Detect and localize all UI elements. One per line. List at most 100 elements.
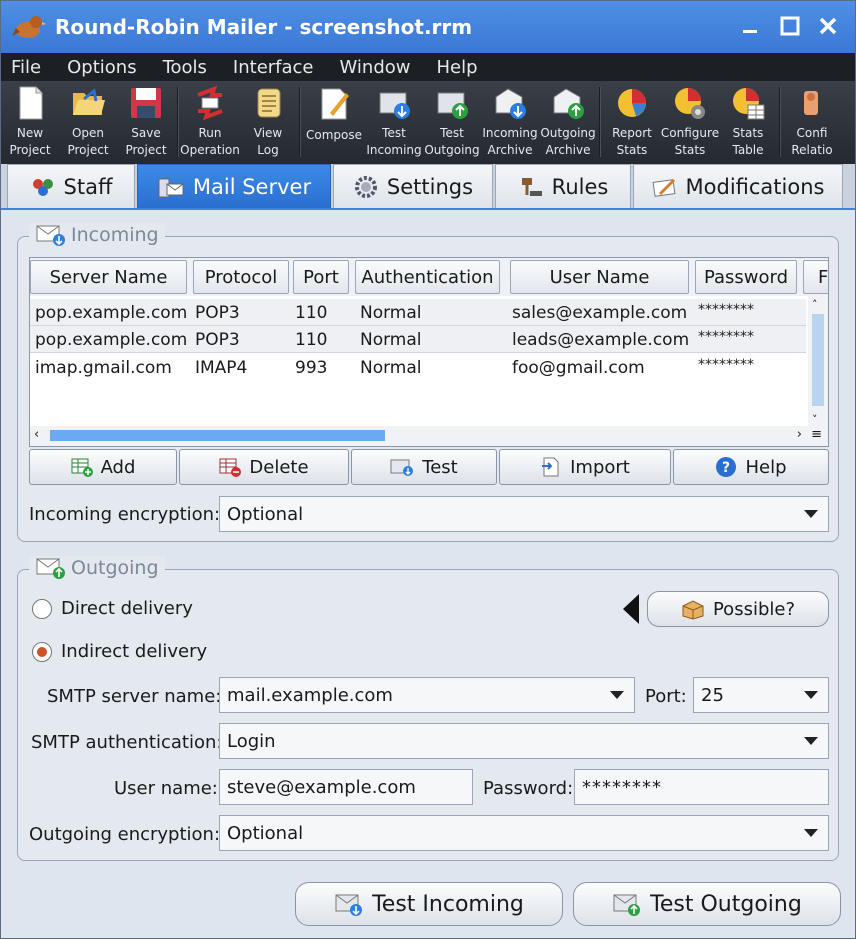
- toolbar-label: Relatio: [791, 143, 833, 157]
- indirect-delivery-radio[interactable]: [32, 642, 52, 662]
- toolbar-separator: [177, 87, 179, 157]
- toolbar-label: Test: [382, 126, 406, 140]
- compose-button[interactable]: Compose: [303, 81, 365, 164]
- chevron-down-icon: [804, 510, 818, 518]
- delete-label: Delete: [249, 456, 309, 478]
- configure-relations-button[interactable]: Confi Relatio: [783, 81, 841, 164]
- scroll-up-icon[interactable]: ˄: [812, 298, 818, 311]
- report-stats-button[interactable]: Report Stats: [603, 81, 661, 164]
- delete-icon: [219, 457, 242, 477]
- smtp-server-select[interactable]: mail.example.com: [219, 677, 635, 713]
- toolbar-label: Archive: [545, 143, 591, 157]
- menu-file[interactable]: File: [7, 57, 45, 78]
- scroll-left-icon[interactable]: ‹: [34, 427, 39, 442]
- test-button[interactable]: Test: [351, 449, 497, 485]
- outgoing-encryption-value: Optional: [227, 822, 304, 844]
- incoming-title-text: Incoming: [71, 224, 159, 246]
- help-button[interactable]: ? Help: [673, 449, 829, 485]
- password-input[interactable]: ********: [574, 769, 829, 805]
- scroll-right-icon[interactable]: ›: [797, 427, 802, 442]
- menu-options[interactable]: Options: [63, 57, 140, 78]
- cell-password: ********: [698, 357, 754, 373]
- toolbar-label: Project: [67, 143, 109, 157]
- col-password[interactable]: Password: [695, 260, 797, 294]
- outgoing-archive-button[interactable]: Outgoing Archive: [539, 81, 597, 164]
- open-project-button[interactable]: Open Project: [59, 81, 117, 164]
- test-outgoing-button[interactable]: Test Outgoing: [573, 882, 841, 926]
- help-label: Help: [745, 456, 787, 478]
- delete-button[interactable]: Delete: [179, 449, 349, 485]
- scroll-thumb[interactable]: [50, 430, 385, 441]
- run-operation-button[interactable]: Run Operation: [180, 81, 240, 164]
- port-value: 25: [701, 684, 724, 706]
- toolbar: New Project Open Project Save Project Ru…: [1, 81, 855, 164]
- menu-tools[interactable]: Tools: [159, 57, 211, 78]
- horizontal-scrollbar[interactable]: ‹ › ≡: [30, 426, 828, 446]
- tab-mail-server[interactable]: Mail Server: [137, 164, 331, 208]
- tab-settings[interactable]: Settings: [333, 164, 493, 208]
- modifications-icon: [652, 176, 678, 198]
- user-name-input[interactable]: steve@example.com: [219, 769, 473, 805]
- menu-interface[interactable]: Interface: [229, 57, 318, 78]
- menu-window[interactable]: Window: [336, 57, 415, 78]
- incoming-archive-button[interactable]: Incoming Archive: [481, 81, 539, 164]
- table-row[interactable]: pop.example.com POP3 110 Normal sales@ex…: [30, 299, 806, 326]
- smtp-auth-value: Login: [227, 730, 276, 752]
- cell-protocol: IMAP4: [195, 358, 248, 378]
- tab-label: Modifications: [685, 174, 825, 199]
- scroll-down-icon[interactable]: ˅: [812, 413, 818, 426]
- direct-delivery-radio[interactable]: [32, 599, 52, 619]
- incoming-encryption-select[interactable]: Optional: [219, 496, 829, 532]
- package-icon: [681, 598, 705, 620]
- port-select[interactable]: 25: [693, 677, 829, 713]
- test-outgoing-icon: [612, 891, 642, 917]
- toolbar-label: Log: [257, 143, 279, 157]
- minimize-button[interactable]: [735, 11, 765, 41]
- menu-help[interactable]: Help: [433, 57, 482, 78]
- column-chooser-icon[interactable]: ≡: [811, 427, 822, 442]
- password-label: Password:: [483, 778, 574, 799]
- direct-delivery-label[interactable]: Direct delivery: [61, 598, 193, 619]
- toolbar-label: Stats: [616, 143, 648, 157]
- close-button[interactable]: [813, 11, 843, 41]
- scroll-thumb[interactable]: [812, 314, 824, 406]
- outgoing-encryption-label: Outgoing encryption:: [29, 824, 221, 845]
- view-log-button[interactable]: View Log: [239, 81, 297, 164]
- col-server-name[interactable]: Server Name: [30, 260, 187, 294]
- new-project-button[interactable]: New Project: [1, 81, 59, 164]
- tab-rules[interactable]: Rules: [495, 164, 631, 208]
- incoming-servers-table[interactable]: Server Name Protocol Port Authentication…: [29, 257, 829, 447]
- possible-button[interactable]: Possible?: [647, 591, 829, 627]
- configure-stats-icon: [675, 88, 705, 119]
- configure-relations-icon: [804, 91, 818, 115]
- tab-modifications[interactable]: Modifications: [633, 164, 843, 208]
- col-protocol[interactable]: Protocol: [193, 260, 289, 294]
- import-button[interactable]: Import: [499, 449, 671, 485]
- test-outgoing-label: Test Outgoing: [650, 891, 802, 917]
- col-user-name[interactable]: User Name: [510, 260, 689, 294]
- test-incoming-button[interactable]: Test Incoming: [295, 882, 563, 926]
- cell-user: sales@example.com: [512, 303, 688, 323]
- table-row[interactable]: imap.gmail.com IMAP4 993 Normal foo@gmai…: [30, 354, 806, 381]
- import-icon: [540, 456, 562, 478]
- outgoing-encryption-select[interactable]: Optional: [219, 815, 829, 851]
- save-project-button[interactable]: Save Project: [117, 81, 175, 164]
- tab-staff[interactable]: Staff: [7, 164, 135, 208]
- configure-stats-button[interactable]: Configure Stats: [661, 81, 719, 164]
- test-outgoing-toolbar-button[interactable]: Test Outgoing: [423, 81, 481, 164]
- add-button[interactable]: Add: [29, 449, 177, 485]
- stats-table-button[interactable]: Stats Table: [719, 81, 777, 164]
- vertical-scrollbar[interactable]: ˄ ˅: [808, 296, 828, 428]
- col-authentication[interactable]: Authentication: [355, 260, 500, 294]
- col-folder[interactable]: Fo: [803, 260, 828, 294]
- test-incoming-icon: [334, 891, 364, 917]
- indirect-delivery-label[interactable]: Indirect delivery: [61, 641, 207, 662]
- maximize-button[interactable]: [775, 11, 805, 41]
- toolbar-label: Configure: [660, 126, 720, 140]
- table-row[interactable]: pop.example.com POP3 110 Normal leads@ex…: [30, 326, 806, 353]
- smtp-auth-select[interactable]: Login: [219, 723, 829, 759]
- add-label: Add: [100, 456, 136, 478]
- col-port[interactable]: Port: [293, 260, 349, 294]
- incoming-group-title: Incoming: [29, 223, 165, 247]
- test-incoming-toolbar-button[interactable]: Test Incoming: [365, 81, 423, 164]
